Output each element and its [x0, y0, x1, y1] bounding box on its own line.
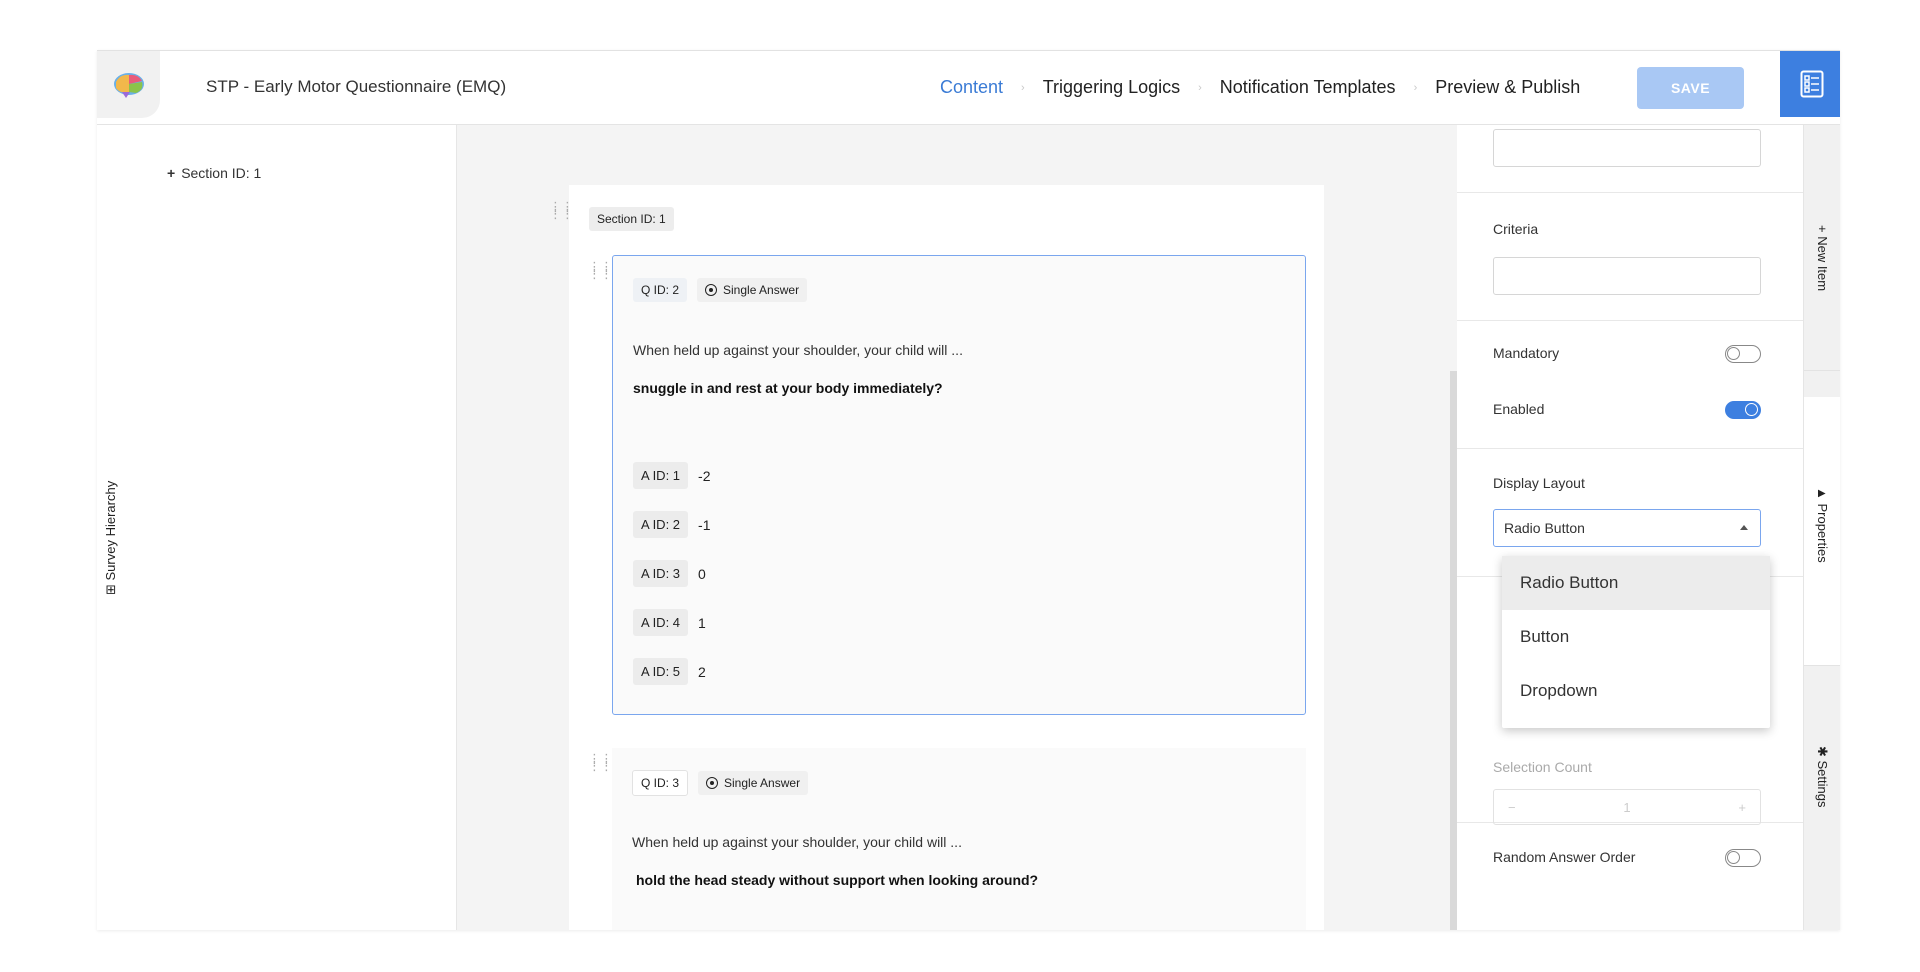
answer-row[interactable]: A ID: 2 -1 [633, 511, 710, 538]
step-navigation: Content › Triggering Logics › Notificati… [940, 77, 1580, 98]
survey-hierarchy-rail[interactable]: ⊞ Survey Hierarchy [97, 125, 137, 930]
tab-triggering-logics[interactable]: Triggering Logics [1043, 77, 1180, 98]
drag-handle-icon[interactable]: ⋮⋮ ⋮⋮ [588, 752, 613, 772]
display-layout-label: Display Layout [1493, 475, 1585, 491]
question-text: hold the head steady without support whe… [636, 872, 1039, 888]
properties-panel: Criteria Mandatory Enabled Display Layou… [1457, 125, 1803, 930]
dropdown-option-radio-button[interactable]: Radio Button [1502, 556, 1770, 610]
answer-value: 2 [698, 663, 706, 680]
answer-row[interactable]: A ID: 5 2 [633, 658, 706, 685]
top-text-field[interactable] [1493, 129, 1761, 167]
radio-icon [705, 284, 718, 296]
survey-hierarchy-panel: + Section ID: 1 [137, 125, 457, 930]
question-card[interactable]: Q ID: 3 Single Answer When held up again… [612, 748, 1306, 930]
random-order-toggle[interactable] [1725, 849, 1761, 867]
answer-id-badge: A ID: 1 [633, 462, 689, 489]
hierarchy-item-section[interactable]: + Section ID: 1 [167, 165, 261, 181]
survey-list-button[interactable] [1780, 51, 1840, 117]
mandatory-label: Mandatory [1493, 345, 1560, 361]
survey-hierarchy-tab[interactable]: ⊞ Survey Hierarchy [103, 481, 119, 595]
properties-scrollbar[interactable] [1450, 371, 1457, 930]
answer-id-badge: A ID: 5 [633, 658, 689, 685]
lock-icon: ▲ [1815, 487, 1830, 504]
question-prompt: When held up against your shoulder, your… [633, 342, 963, 358]
top-field-section [1457, 125, 1803, 193]
answer-id-badge: A ID: 2 [633, 511, 689, 538]
chevron-right-icon: › [1021, 81, 1025, 94]
tab-notification-templates[interactable]: Notification Templates [1220, 77, 1396, 98]
dropdown-option-dropdown[interactable]: Dropdown [1502, 664, 1770, 718]
decrement-button[interactable]: − [1508, 800, 1516, 815]
increment-button[interactable]: + [1738, 800, 1746, 815]
answer-value: -1 [698, 516, 711, 533]
hierarchy-icon: ⊞ [103, 580, 118, 595]
question-prompt: When held up against your shoulder, your… [632, 834, 962, 850]
section-card: Section ID: 1 ⋮⋮ ⋮⋮ Q ID: 2 Single Answer… [569, 185, 1324, 930]
tab-properties[interactable]: ▲ Properties [1804, 397, 1840, 665]
brain-logo[interactable] [97, 51, 160, 118]
chevron-right-icon: › [1413, 81, 1418, 94]
tab-settings[interactable]: ✱ Settings [1804, 665, 1840, 930]
answer-value: 0 [698, 565, 706, 582]
tab-preview-publish[interactable]: Preview & Publish [1435, 77, 1580, 98]
answer-id-badge: A ID: 3 [633, 560, 689, 587]
answer-row[interactable]: A ID: 4 1 [633, 609, 706, 636]
criteria-label: Criteria [1493, 221, 1539, 237]
tab-content[interactable]: Content [940, 77, 1003, 98]
question-id-badge: Q ID: 2 [633, 278, 688, 302]
enabled-label: Enabled [1493, 401, 1545, 417]
display-layout-dropdown: Radio Button Button Dropdown [1502, 556, 1770, 728]
drag-handle-icon[interactable]: ⋮⋮ ⋮⋮ [588, 260, 613, 280]
question-card[interactable]: Q ID: 2 Single Answer When held up again… [612, 255, 1306, 715]
flags-section: Mandatory Enabled [1457, 321, 1803, 449]
dropdown-option-button[interactable]: Button [1502, 610, 1770, 664]
caret-up-icon [1740, 525, 1748, 530]
brain-logo-icon [113, 72, 144, 98]
question-type-badge: Single Answer [698, 771, 809, 795]
answer-value: 1 [698, 614, 706, 631]
selection-count-label: Selection Count [1493, 759, 1592, 775]
question-type-badge: Single Answer [697, 278, 808, 302]
survey-editor-app: STP - Early Motor Questionnaire (EMQ) Co… [97, 50, 1840, 930]
random-order-label: Random Answer Order [1493, 849, 1636, 865]
chevron-right-icon: › [1198, 81, 1202, 94]
tab-new-item[interactable]: + New Item [1804, 125, 1840, 371]
display-layout-select[interactable]: Radio Button [1493, 509, 1761, 547]
answer-row[interactable]: A ID: 3 0 [633, 560, 706, 587]
question-header: Q ID: 3 Single Answer [632, 770, 809, 796]
checklist-icon [1800, 70, 1823, 98]
question-text: snuggle in and rest at your body immedia… [633, 380, 943, 396]
radio-icon [706, 777, 719, 789]
top-header: STP - Early Motor Questionnaire (EMQ) Co… [97, 51, 1840, 125]
question-id-badge: Q ID: 3 [632, 770, 689, 796]
section-id-badge: Section ID: 1 [589, 207, 674, 231]
random-order-section: Random Answer Order [1457, 823, 1803, 930]
answer-value: -2 [698, 467, 711, 484]
selection-count-value: 1 [1623, 799, 1631, 815]
survey-title: STP - Early Motor Questionnaire (EMQ) [206, 77, 507, 96]
save-button[interactable]: SAVE [1637, 67, 1744, 109]
answer-row[interactable]: A ID: 1 -2 [633, 462, 710, 489]
gear-icon: ✱ [1815, 746, 1830, 761]
expand-plus-icon[interactable]: + [167, 165, 175, 181]
selection-count-stepper[interactable]: − 1 + [1493, 789, 1761, 825]
criteria-input[interactable] [1493, 257, 1761, 295]
criteria-section: Criteria [1457, 193, 1803, 321]
side-tab-bar: + New Item ▲ Properties ✱ Settings [1803, 125, 1840, 930]
mandatory-toggle[interactable] [1725, 345, 1761, 363]
enabled-toggle[interactable] [1725, 401, 1761, 419]
question-header: Q ID: 2 Single Answer [633, 278, 808, 302]
answer-id-badge: A ID: 4 [633, 609, 689, 636]
